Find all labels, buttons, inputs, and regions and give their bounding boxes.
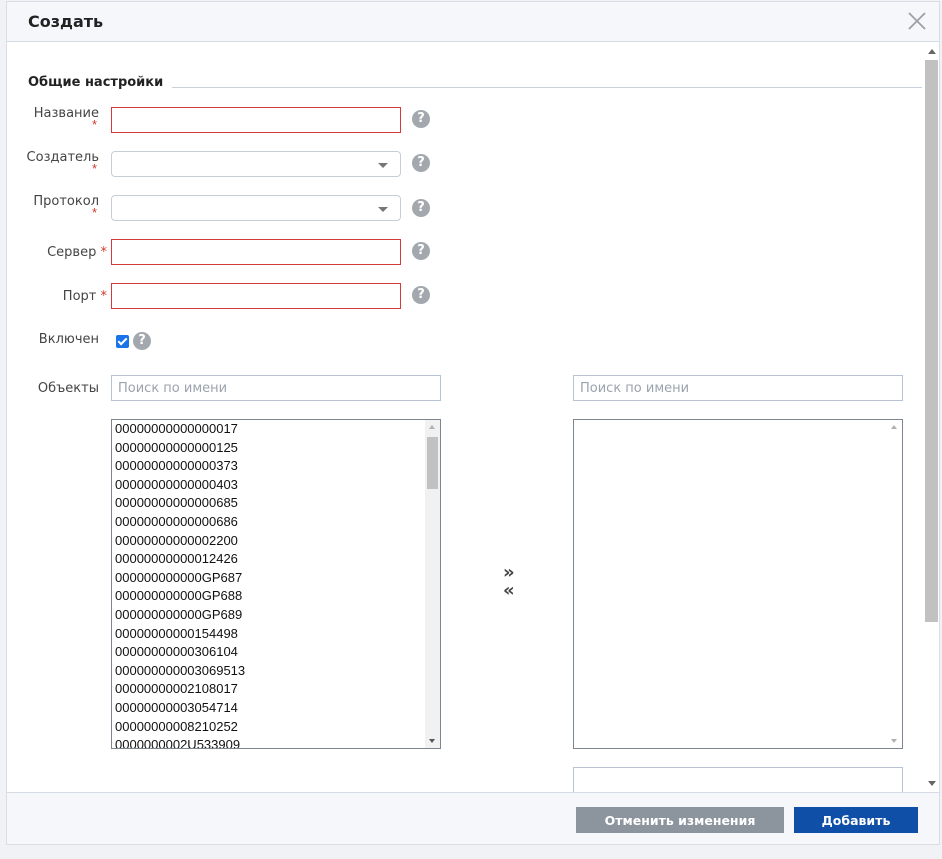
dialog-title: Создать [28,12,104,31]
move-right-button[interactable]: » [503,564,517,582]
list-item[interactable]: 00000000000306104 [115,643,425,662]
selected-objects-list[interactable] [573,419,903,749]
list-item[interactable]: 00000000002108017 [115,680,425,699]
name-input[interactable] [111,107,401,133]
dialog-body: Общие настройки Название * ? Создатель *… [7,43,939,792]
name-required-mark: * [92,117,98,132]
name-label: Название [33,106,99,121]
selected-search-input[interactable] [573,375,903,401]
name-help-icon[interactable]: ? [412,110,430,128]
list-item[interactable]: 00000000008210252 [115,718,425,737]
creator-label: Создатель [26,150,99,165]
available-search-input[interactable] [111,375,441,401]
list-item[interactable]: 00000000000012426 [115,550,425,569]
list-item[interactable]: 00000000000000017 [115,420,425,439]
available-list-scrollbar[interactable] [425,420,440,748]
chevron-down-icon [378,207,388,212]
server-label-text: Сервер [47,245,97,260]
selected-objects-input[interactable] [573,767,903,792]
list-item[interactable]: 00000000000154498 [115,625,425,644]
cancel-changes-button[interactable]: Отменить изменения [576,807,784,833]
objects-label: Объекты [37,381,99,396]
enabled-label: Включен [38,332,99,347]
list-item[interactable]: 000000000000GP689 [115,606,425,625]
chevron-down-icon [378,163,388,168]
dialog-header: Создать [7,2,939,42]
scroll-down-icon[interactable] [891,739,897,743]
dialog-footer: Отменить изменения Добавить [7,792,939,844]
list-item[interactable]: 000000000000GP688 [115,587,425,606]
move-left-button[interactable]: « [503,582,517,600]
available-objects-list[interactable]: 00000000000000017 00000000000000125 000000… [111,419,441,749]
available-objects-items: 00000000000000017 00000000000000125 000000… [115,420,425,748]
creator-select[interactable] [111,151,401,177]
list-item[interactable]: 000000000000GP687 [115,569,425,588]
list-item[interactable]: 00000000003054714 [115,699,425,718]
server-required-mark: * [100,245,108,260]
scroll-up-icon[interactable] [429,425,435,429]
creator-help-icon[interactable]: ? [412,154,430,172]
enabled-help-icon[interactable]: ? [133,332,151,350]
server-help-icon[interactable]: ? [412,242,430,260]
list-item[interactable]: 00000000000000373 [115,457,425,476]
port-required-mark: * [100,289,108,304]
create-dialog: Создать Общие настройки Название * ? Соз… [6,1,940,845]
list-item[interactable]: 0000000002U533909 [115,736,425,748]
selected-list-scrollbar[interactable] [887,420,902,748]
server-input[interactable] [111,239,401,265]
enabled-checkbox[interactable] [116,335,129,348]
creator-required-mark: * [92,161,98,176]
scroll-down-icon[interactable] [928,781,936,786]
protocol-select[interactable] [111,195,401,221]
list-item[interactable]: 00000000000002200 [115,532,425,551]
protocol-help-icon[interactable]: ? [412,199,430,217]
scroll-down-icon[interactable] [429,739,435,743]
scroll-up-icon[interactable] [928,49,936,54]
scroll-up-icon[interactable] [891,425,897,429]
port-help-icon[interactable]: ? [412,286,430,304]
protocol-required-mark: * [92,205,98,220]
list-item[interactable]: 00000000000000685 [115,494,425,513]
scroll-thumb[interactable] [925,60,938,622]
close-icon[interactable] [905,9,929,33]
add-button[interactable]: Добавить [794,807,918,833]
list-item[interactable]: 000000000003069513 [115,662,425,681]
scroll-thumb[interactable] [427,437,438,489]
dialog-body-scrollbar[interactable] [924,43,939,792]
section-title: Общие настройки [28,75,164,90]
list-item[interactable]: 00000000000000686 [115,513,425,532]
port-label: Порт * [63,289,107,304]
section-divider [172,87,922,88]
server-label: Сервер * [47,245,107,260]
list-item[interactable]: 00000000000000403 [115,476,425,495]
port-label-text: Порт [62,289,97,304]
protocol-label: Протокол [33,194,99,209]
port-input[interactable] [111,283,401,309]
list-item[interactable]: 00000000000000125 [115,439,425,458]
